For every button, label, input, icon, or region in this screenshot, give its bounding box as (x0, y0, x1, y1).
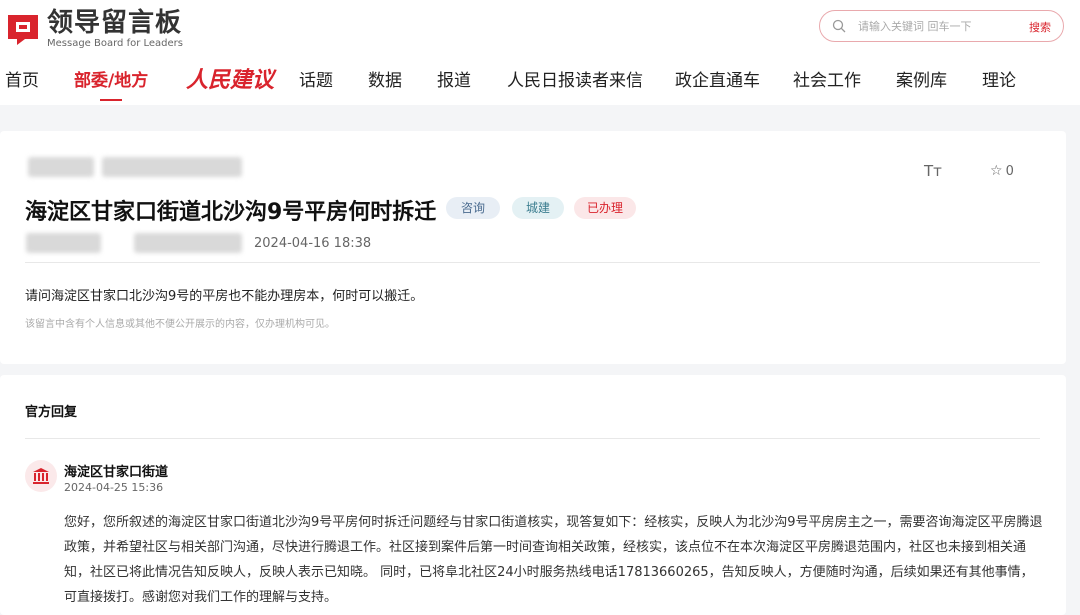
logo-title: 领导留言板 (47, 8, 183, 38)
government-building-icon (33, 468, 49, 484)
search-button[interactable]: 搜索 (1029, 19, 1051, 35)
logo-subtitle: Message Board for Leaders (47, 38, 184, 49)
search-input[interactable] (856, 18, 1020, 34)
post-title: 海淀区甘家口街道北沙沟9号平房何时拆迁 (25, 200, 437, 225)
nav-item-ministries[interactable]: 部委/地方 (74, 68, 148, 94)
nav-item-topics[interactable]: 话题 (299, 68, 333, 94)
blurred-author (26, 233, 101, 253)
top-bar: 领导留言板 Message Board for Leaders 搜索 首页 部委… (0, 0, 1080, 105)
main-nav: 首页 部委/地方 话题 数据 报道 人民日报读者来信 政企直通车 社会工作 案例… (0, 68, 1080, 98)
nav-active-indicator (100, 99, 122, 101)
tag-urban: 城建 (512, 197, 564, 219)
reply-heading: 官方回复 (25, 405, 78, 420)
org-avatar (25, 460, 57, 492)
logo-icon (8, 15, 38, 45)
post-content: 请问海淀区甘家口北沙沟9号的平房也不能办理房本，何时可以搬迁。 (25, 289, 424, 304)
post-time: 2024-04-16 18:38 (254, 236, 372, 251)
nav-item-cases[interactable]: 案例库 (896, 68, 947, 94)
blurred-location (134, 233, 242, 253)
divider (25, 262, 1040, 263)
divider (25, 438, 1040, 439)
search-bar: 搜索 (819, 10, 1064, 42)
nav-item-theory[interactable]: 理论 (982, 68, 1016, 94)
blurred-breadcrumb (102, 157, 242, 177)
reply-org-name: 海淀区甘家口街道 (64, 465, 169, 480)
nav-item-social-work[interactable]: 社会工作 (793, 68, 861, 94)
nav-item-home[interactable]: 首页 (5, 68, 39, 94)
nav-item-people-suggestions[interactable]: 人民建议 (186, 62, 274, 94)
nav-item-reader-letters[interactable]: 人民日报读者来信 (507, 68, 643, 94)
reply-time: 2024-04-25 15:36 (64, 481, 164, 494)
font-size-icon[interactable]: Tт (924, 162, 942, 180)
favorite-button[interactable]: ☆ 0 (990, 163, 1014, 179)
favorite-count: 0 (1005, 163, 1014, 179)
star-icon: ☆ (990, 163, 1003, 179)
tag-consult: 咨询 (446, 197, 500, 219)
nav-item-reports[interactable]: 报道 (437, 68, 471, 94)
nav-item-data[interactable]: 数据 (368, 68, 402, 94)
privacy-note: 该留言中含有个人信息或其他不便公开展示的内容，仅办理机构可见。 (25, 319, 335, 330)
status-badge: 已办理 (574, 197, 636, 219)
nav-item-enterprise[interactable]: 政企直通车 (675, 68, 760, 94)
site-logo[interactable]: 领导留言板 Message Board for Leaders (5, 8, 183, 50)
blurred-breadcrumb (28, 157, 94, 177)
reply-body: 您好，您所叙述的海淀区甘家口街道北沙沟9号平房何时拆迁问题经与甘家口街道核实，现… (64, 515, 1043, 605)
search-icon (832, 19, 846, 33)
